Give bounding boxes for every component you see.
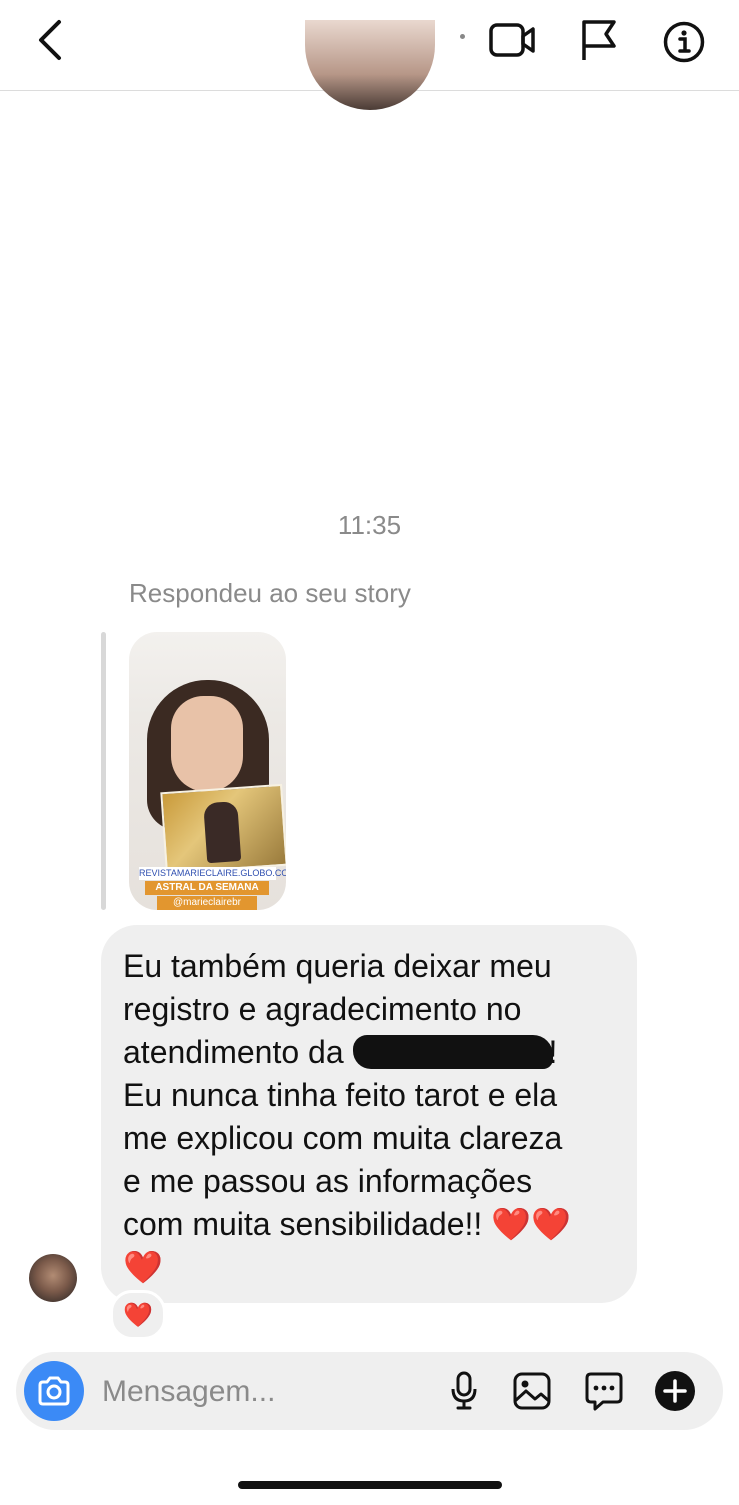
- story-tag: ASTRAL DA SEMANA: [145, 881, 269, 895]
- heart-reaction[interactable]: ❤️: [110, 1290, 166, 1340]
- message-line: me explicou com muita clareza: [123, 1120, 563, 1156]
- plus-circle-icon: [655, 1371, 695, 1411]
- sticker-chat-icon: [585, 1372, 623, 1411]
- video-call-button[interactable]: [486, 18, 538, 62]
- story-photo-face: [171, 696, 243, 792]
- home-indicator[interactable]: [238, 1481, 502, 1489]
- message-text: com muita sensibilidade!!: [123, 1206, 492, 1242]
- message-timestamp: 11:35: [337, 510, 402, 540]
- avatar[interactable]: [29, 1254, 77, 1302]
- story-magazine-image: [160, 783, 286, 875]
- info-icon: [663, 21, 705, 63]
- image-gallery-icon: [513, 1372, 551, 1410]
- story-thumbnail[interactable]: REVISTAMARIECLAIRE.GLOBO.COM ASTRAL DA S…: [129, 632, 286, 910]
- gallery-button[interactable]: [510, 1369, 554, 1413]
- camera-icon: [38, 1376, 70, 1406]
- camera-button[interactable]: [24, 1361, 84, 1421]
- story-reply-note: Respondeu ao seu story: [129, 578, 411, 608]
- message-composer: [16, 1352, 723, 1430]
- message-line: com muita sensibilidade!! ❤️❤️: [123, 1203, 619, 1246]
- chevron-left-icon: [39, 20, 61, 60]
- message-line: Eu também queria deixar meu: [123, 948, 552, 984]
- story-handle: @marieclairebr: [157, 896, 257, 910]
- status-dot: [460, 34, 465, 39]
- message-bubble[interactable]: Eu também queria deixar meu registro e a…: [101, 925, 637, 1303]
- magazine-figure: [203, 801, 242, 864]
- microphone-icon: [451, 1371, 477, 1410]
- more-options-button[interactable]: [653, 1369, 697, 1413]
- message-line: registro e agradecimento no: [123, 991, 522, 1027]
- message-line: atendimento da !: [123, 1031, 619, 1074]
- story-link-sticker: REVISTAMARIECLAIRE.GLOBO.COM: [139, 867, 286, 880]
- message-line: Eu nunca tinha feito tarot e ela: [123, 1077, 558, 1113]
- video-call-icon: [489, 23, 535, 57]
- report-flag-button[interactable]: [576, 18, 620, 62]
- heart-emoji: ❤️❤️: [491, 1206, 571, 1242]
- profile-photo-partial: [305, 20, 435, 110]
- heart-emoji: ❤️: [123, 1249, 163, 1285]
- message-line: e me passou as informações: [123, 1163, 533, 1199]
- message-text: atendimento da: [123, 1034, 353, 1070]
- voice-message-button[interactable]: [442, 1369, 486, 1413]
- flag-icon: [582, 20, 616, 60]
- redacted-name: [352, 1035, 553, 1069]
- story-reply-indicator: [101, 632, 106, 910]
- sticker-button[interactable]: [582, 1369, 626, 1413]
- info-button[interactable]: [660, 18, 708, 66]
- back-button[interactable]: [28, 18, 72, 62]
- message-input[interactable]: [100, 1366, 424, 1418]
- message-text: !: [548, 1034, 558, 1070]
